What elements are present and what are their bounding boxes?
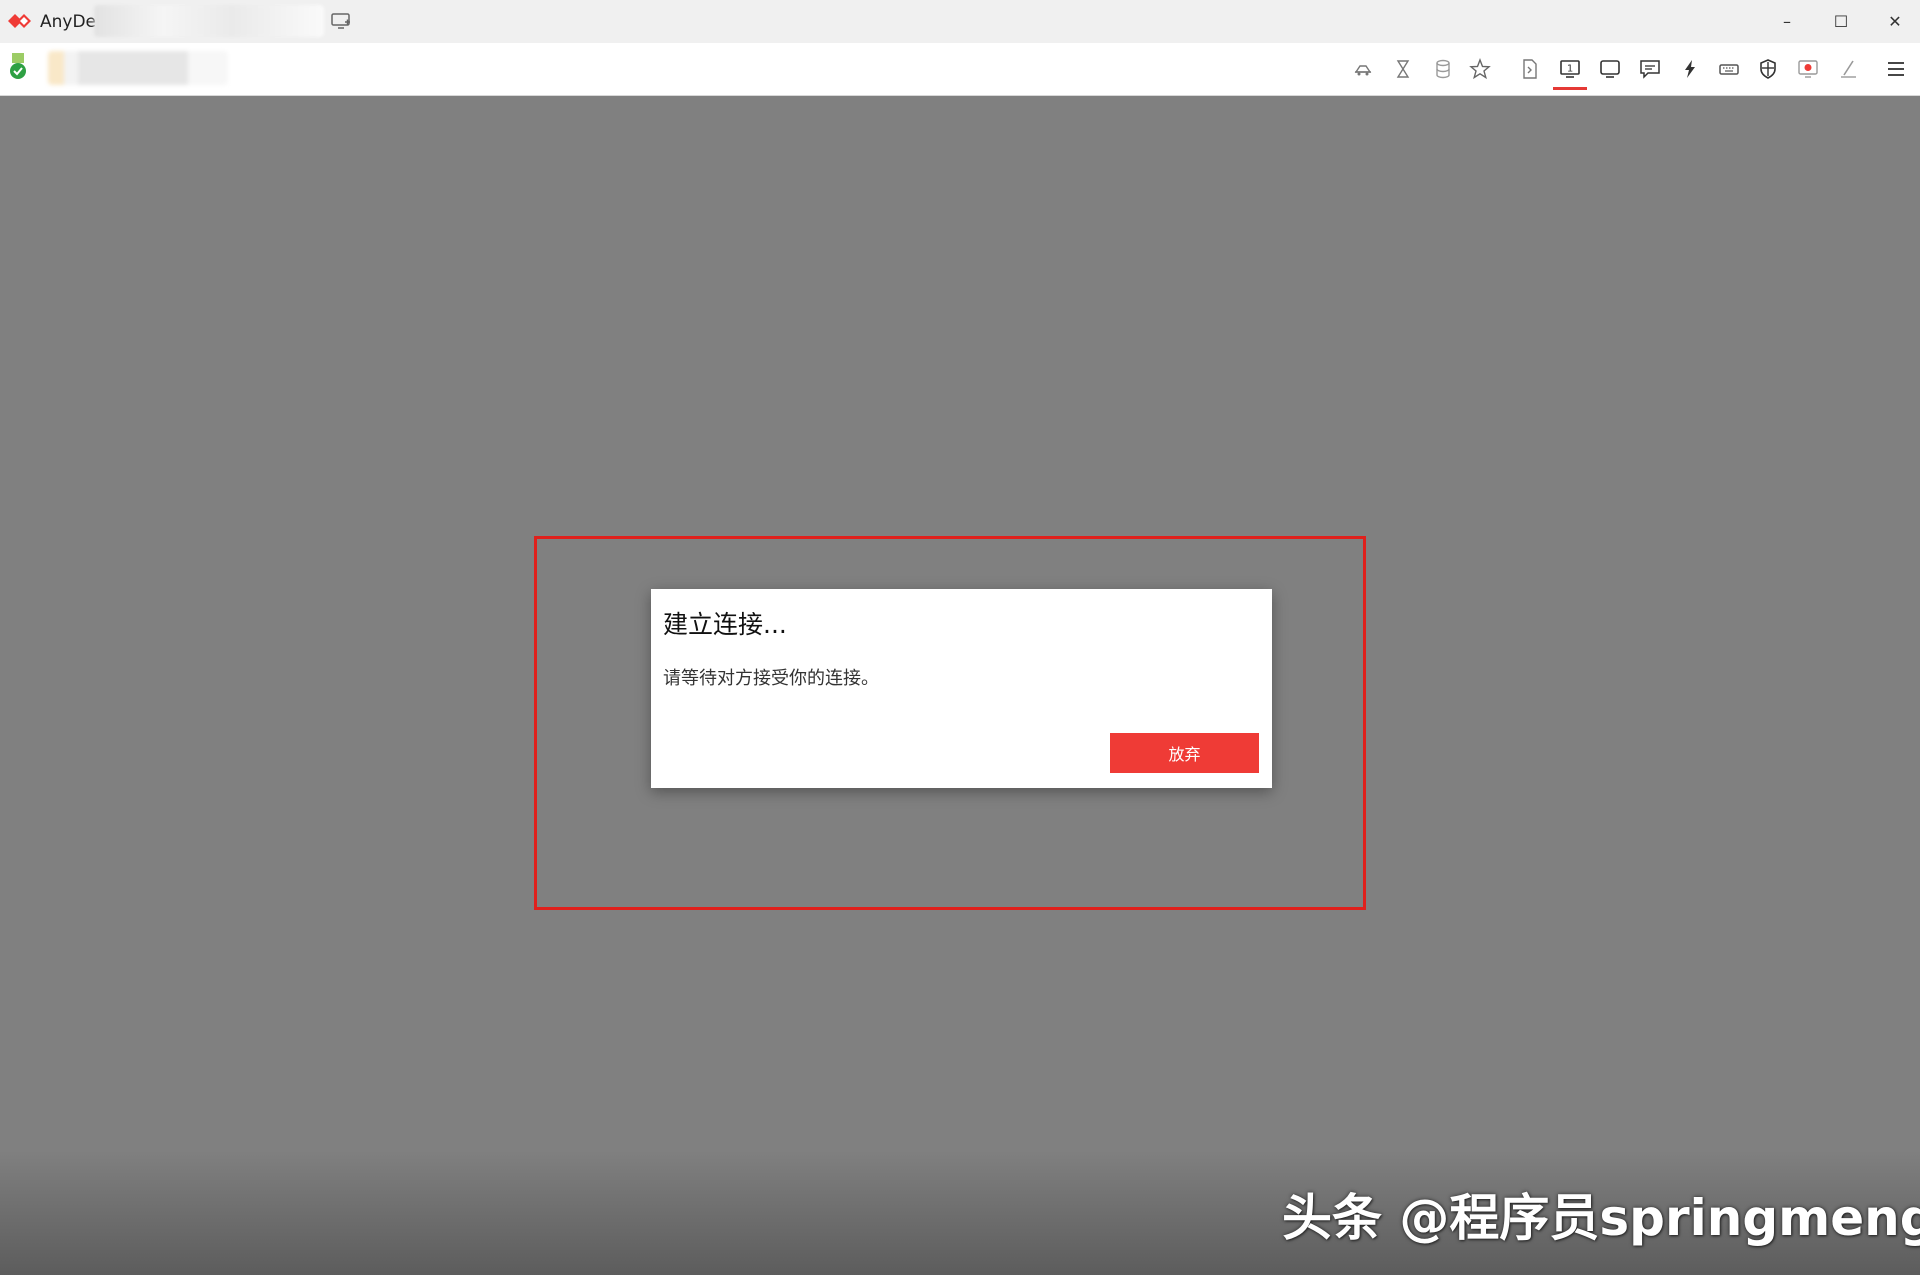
- cancel-button[interactable]: 放弃: [1110, 733, 1259, 773]
- redacted-session-id: [94, 5, 324, 37]
- anydesk-window: AnyDe – ☐ ✕ 1 建立连接... 请等待对方接受你的连接。 放弃 头条…: [0, 0, 1920, 1275]
- monitor-one-icon[interactable]: 1: [1557, 56, 1583, 82]
- title-bar: AnyDe – ☐ ✕: [0, 0, 1920, 43]
- dialog-message: 请等待对方接受你的连接。: [663, 668, 879, 689]
- minimize-button[interactable]: –: [1760, 0, 1814, 43]
- dialog-title: 建立连接...: [663, 610, 787, 639]
- watermark-text: 头条 @程序员springmeng: [1282, 1189, 1920, 1247]
- connecting-dialog: 建立连接... 请等待对方接受你的连接。 放弃: [651, 589, 1272, 788]
- menu-icon[interactable]: [1883, 56, 1909, 82]
- file-transfer-icon[interactable]: [1517, 56, 1543, 82]
- monitor-number-label: 1: [1567, 64, 1573, 75]
- display-icon[interactable]: [1597, 56, 1623, 82]
- session-toolbar: 1: [0, 43, 1920, 96]
- new-session-icon[interactable]: [330, 11, 352, 31]
- database-icon[interactable]: [1430, 56, 1456, 82]
- active-tool-indicator: [1553, 87, 1587, 90]
- lightning-icon[interactable]: [1677, 56, 1703, 82]
- maximize-button[interactable]: ☐: [1814, 0, 1868, 43]
- connection-status-icon: [10, 53, 26, 79]
- record-icon[interactable]: [1795, 56, 1821, 82]
- hourglass-icon[interactable]: [1390, 56, 1416, 82]
- pen-icon[interactable]: [1835, 56, 1861, 82]
- keyboard-icon[interactable]: [1716, 56, 1742, 82]
- shield-icon[interactable]: [1755, 56, 1781, 82]
- redacted-address: [48, 51, 228, 85]
- chat-icon[interactable]: [1637, 56, 1663, 82]
- action-icon[interactable]: [1350, 56, 1376, 82]
- star-icon[interactable]: [1467, 56, 1493, 82]
- close-button[interactable]: ✕: [1868, 0, 1920, 43]
- session-tab-title[interactable]: AnyDe: [40, 9, 96, 35]
- anydesk-logo-icon: [8, 14, 31, 28]
